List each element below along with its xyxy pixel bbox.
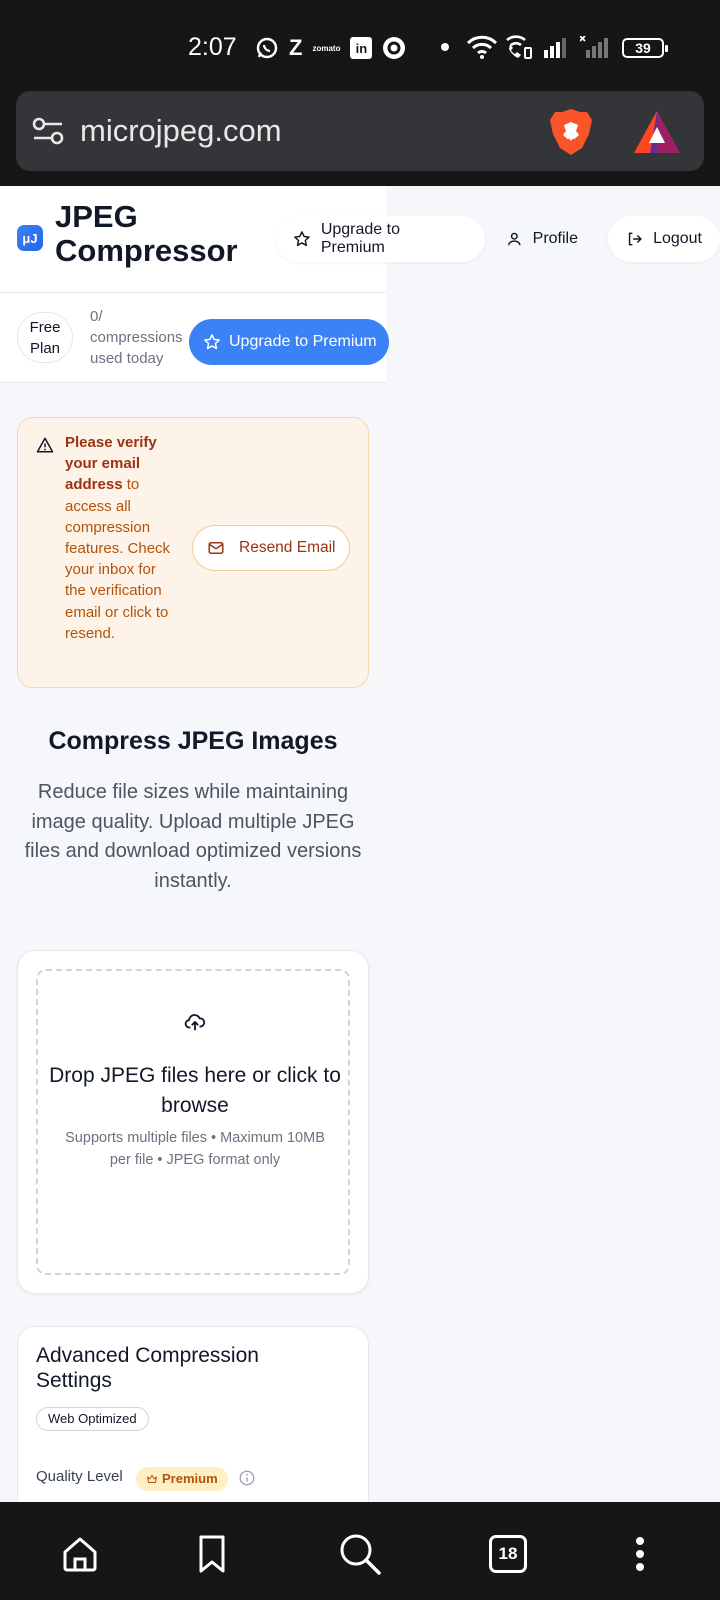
advanced-settings-card: Advanced Compression Settings Web Optimi… — [17, 1326, 369, 1502]
site-title[interactable]: JPEG Compressor — [55, 200, 265, 268]
premium-badge: Premium — [136, 1467, 228, 1491]
preset-badge[interactable]: Web Optimized — [36, 1407, 149, 1431]
linkedin-icon: in — [350, 35, 373, 61]
battery-icon: 39 — [622, 38, 668, 58]
site-settings-icon[interactable] — [30, 113, 66, 149]
logo[interactable]: μJ — [17, 225, 43, 251]
browser-toolbar: microjpeg.com — [0, 88, 720, 186]
cloud-upload-icon — [184, 1014, 206, 1031]
logout-icon — [628, 232, 642, 246]
nav-profile-button[interactable]: Profile — [488, 216, 596, 262]
resend-email-label: Resend Email — [239, 539, 336, 556]
dropzone-title: Drop JPEG files here or click to browse — [49, 1064, 341, 1117]
quality-level-label: Quality Level — [36, 1468, 123, 1485]
wifi-calling-icon — [503, 34, 533, 65]
signal-icon — [544, 38, 568, 63]
nav-logout-button[interactable]: Logout — [608, 216, 720, 262]
alert-body-text: to access all compression features. Chec… — [65, 476, 171, 642]
url-text[interactable]: microjpeg.com — [80, 113, 282, 149]
hero-title: Compress JPEG Images — [48, 727, 338, 755]
user-icon — [508, 232, 521, 246]
upgrade-premium-button[interactable]: Upgrade to Premium — [189, 319, 389, 365]
brave-rewards-icon[interactable] — [632, 109, 682, 155]
whatsapp-icon — [255, 35, 279, 61]
nav-logout-label: Logout — [653, 230, 702, 247]
dropzone-subtitle: Supports multiple files • Maximum 10MB p… — [65, 1130, 325, 1168]
signal-no-service-icon — [579, 35, 610, 63]
plan-bar: Free Plan 0/ compressions used today Upg… — [0, 293, 389, 383]
alert-bold-text: Please verify your email address — [65, 434, 157, 494]
alert-message: Please verify your email address to acce… — [65, 432, 175, 644]
search-icon — [340, 1534, 381, 1575]
star-icon — [204, 334, 220, 350]
verify-email-alert: Please verify your email address to acce… — [17, 417, 369, 688]
clock: 2:07 — [188, 33, 237, 61]
settings-title: Advanced Compression Settings — [36, 1344, 259, 1392]
wifi-icon — [466, 34, 498, 65]
home-button[interactable] — [58, 1532, 102, 1576]
nav-profile-label: Profile — [532, 230, 578, 247]
info-icon[interactable] — [238, 1469, 256, 1487]
brave-shields-icon[interactable] — [548, 107, 594, 157]
upgrade-premium-label: Upgrade to Premium — [229, 333, 377, 350]
tab-count: 18 — [489, 1535, 527, 1573]
crown-icon — [147, 1475, 157, 1483]
status-bar: 2:07 Z zomato in 39 — [0, 0, 720, 88]
nav-upgrade-button[interactable]: Upgrade to Premium — [275, 216, 485, 262]
web-page: μJ JPEG Compressor Upgrade to Premium Pr… — [0, 186, 720, 1502]
bookmarks-button[interactable] — [190, 1532, 234, 1576]
bookmark-icon — [199, 1535, 225, 1573]
warning-icon — [36, 437, 54, 453]
zomato-icon: zomato — [312, 43, 341, 53]
notification-icons: Z zomato in — [255, 34, 406, 62]
address-bar[interactable]: microjpeg.com — [16, 91, 704, 171]
browser-bottom-nav: 18 — [0, 1502, 720, 1600]
plan-badge: Free Plan — [17, 312, 73, 363]
file-dropzone[interactable]: Drop JPEG files here or click to browse … — [36, 969, 350, 1275]
hero-subtitle: Reduce file sizes while maintaining imag… — [24, 781, 362, 892]
usage-counter: 0/ compressions used today — [90, 308, 183, 367]
resend-email-button[interactable]: Resend Email — [192, 525, 350, 571]
star-icon — [294, 231, 310, 247]
upload-card: Drop JPEG files here or click to browse … — [17, 950, 369, 1294]
search-button[interactable] — [338, 1532, 382, 1576]
more-vert-icon — [636, 1537, 644, 1571]
menu-button[interactable] — [618, 1532, 662, 1576]
mail-icon — [208, 542, 224, 554]
circle-app-icon — [382, 35, 406, 61]
tabs-button[interactable]: 18 — [486, 1532, 530, 1576]
premium-badge-label: Premium — [162, 1471, 218, 1486]
home-icon — [63, 1537, 97, 1572]
nav-upgrade-label: Upgrade to Premium — [320, 221, 400, 256]
zepto-icon: Z — [289, 35, 303, 60]
notification-dot-icon — [441, 43, 449, 51]
